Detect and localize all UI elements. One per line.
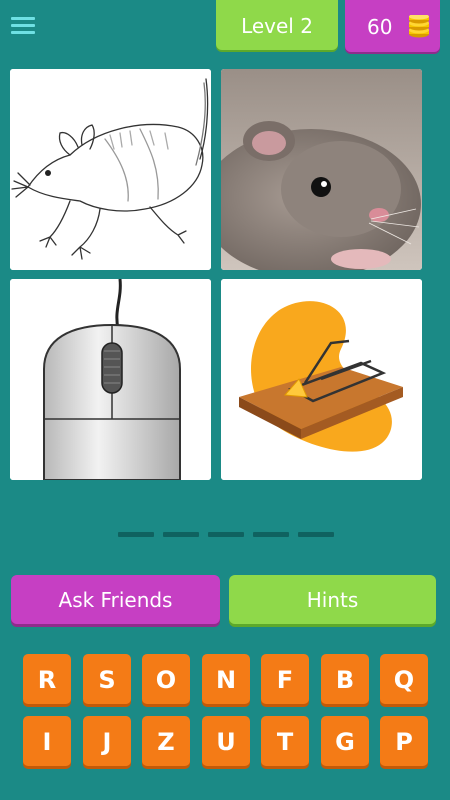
answer-slot[interactable] xyxy=(208,532,244,537)
letter-key[interactable]: P xyxy=(380,716,428,766)
letter-key[interactable]: Z xyxy=(142,716,190,766)
picture-computer-mouse xyxy=(10,279,211,480)
answer-slot[interactable] xyxy=(298,532,334,537)
letter-key[interactable]: N xyxy=(202,654,250,704)
answer-slot[interactable] xyxy=(253,532,289,537)
letter-key[interactable]: O xyxy=(142,654,190,704)
coins-count: 60 xyxy=(367,15,393,39)
picture-mouse-photo xyxy=(221,69,422,270)
answer-slot[interactable] xyxy=(163,532,199,537)
letter-key[interactable]: B xyxy=(321,654,369,704)
level-badge: Level 2 xyxy=(216,0,338,50)
coin-stack-icon xyxy=(409,15,429,38)
mouse-photo-image xyxy=(221,69,422,270)
computer-mouse-image xyxy=(10,279,211,480)
letter-key[interactable]: T xyxy=(261,716,309,766)
letter-key[interactable]: G xyxy=(321,716,369,766)
letter-key[interactable]: R xyxy=(23,654,71,704)
coins-badge[interactable]: 60 xyxy=(345,0,440,52)
hamburger-menu-icon[interactable] xyxy=(8,12,38,40)
picture-mouse-sketch xyxy=(10,69,211,270)
letter-key[interactable]: Q xyxy=(380,654,428,704)
answer-slot[interactable] xyxy=(118,532,154,537)
letter-key[interactable]: J xyxy=(83,716,131,766)
letter-key[interactable]: S xyxy=(83,654,131,704)
hints-button[interactable]: Hints xyxy=(229,575,436,624)
ask-friends-button[interactable]: Ask Friends xyxy=(11,575,220,624)
answer-slots xyxy=(118,532,334,538)
letter-key[interactable]: F xyxy=(261,654,309,704)
mouse-sketch-image xyxy=(10,69,211,270)
picture-mouse-trap xyxy=(221,279,422,480)
letter-key[interactable]: I xyxy=(23,716,71,766)
letter-key[interactable]: U xyxy=(202,716,250,766)
mouse-trap-image xyxy=(221,279,422,480)
